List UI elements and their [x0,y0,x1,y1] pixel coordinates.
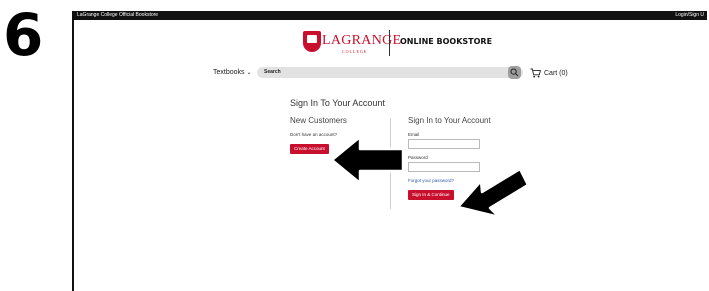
college-sub: COLLEGE [342,49,368,54]
textbooks-menu[interactable]: Textbooks ⌄ [213,69,252,76]
create-account-button[interactable]: Create Account [290,144,329,154]
login-link[interactable]: Login/Sign U [675,11,704,20]
search-icon [510,68,519,77]
online-bookstore-label: ONLINE BOOKSTORE [400,37,493,46]
browser-screenshot: LaGrange College Official Bookstore Logi… [72,11,707,291]
step-number: 6 [3,1,44,69]
page-title: Sign In To Your Account [290,98,385,108]
header-logo[interactable]: LAGRANGE COLLEGE ONLINE BOOKSTORE [74,24,707,60]
sign-in-heading: Sign In to Your Account [408,116,491,125]
search-input[interactable]: Search [257,67,523,78]
logo-divider [389,30,390,56]
new-customers-heading: New Customers [290,116,347,125]
password-label: Password [408,155,428,160]
cart-link[interactable]: Cart (0) [530,68,568,78]
arrow-icon [456,167,530,219]
cart-icon [530,68,541,78]
top-bar: LaGrange College Official Bookstore Logi… [74,11,707,20]
store-name: LaGrange College Official Bookstore [77,12,159,18]
arrow-icon [330,135,405,185]
cart-label: Cart (0) [544,69,568,77]
sign-in-continue-button[interactable]: Sign In & Continue [408,190,454,200]
textbooks-label: Textbooks [213,69,245,76]
college-shield-icon [303,31,321,52]
nav-row: Textbooks ⌄ Search Cart (0) [74,66,707,82]
email-label: Email [408,132,420,137]
email-field[interactable] [408,139,480,149]
chevron-down-icon: ⌄ [246,70,252,76]
search-button[interactable] [508,66,521,79]
